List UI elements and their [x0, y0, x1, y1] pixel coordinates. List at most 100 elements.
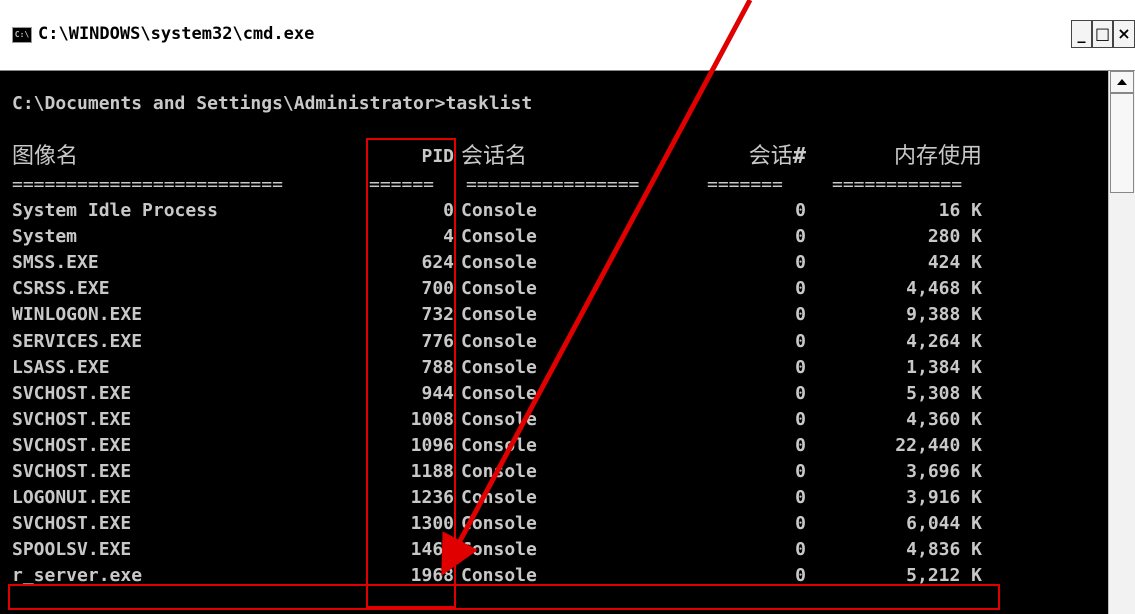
process-memory: 6,044 K	[906, 513, 982, 535]
process-session-number: 0	[795, 434, 806, 456]
process-session-name: Console	[461, 382, 537, 404]
process-pid: 788	[421, 356, 454, 378]
process-session-name: Console	[461, 434, 537, 456]
process-name: SVCHOST.EXE	[12, 434, 132, 456]
process-name: SERVICES.EXE	[12, 330, 143, 352]
process-pid: 1188	[410, 461, 454, 482]
scroll-up-icon[interactable]	[1110, 71, 1134, 93]
process-name: System Idle Process	[12, 200, 218, 221]
header-session-number-label: 会话	[748, 144, 793, 169]
process-pid: 1236	[410, 487, 454, 509]
process-session-number: 0	[795, 200, 806, 221]
process-pid: 4	[443, 226, 454, 248]
process-memory: 280 K	[927, 226, 982, 248]
process-session-name: Console	[461, 356, 537, 378]
cmd-app-icon[interactable]: C:\	[12, 27, 32, 43]
process-memory: 4,836 K	[906, 539, 982, 561]
header-session-number-hash: #	[792, 144, 806, 169]
process-session-number: 0	[795, 330, 806, 352]
process-session-name: Console	[461, 226, 537, 248]
process-name: LSASS.EXE	[12, 356, 110, 378]
process-session-name: Console	[461, 539, 537, 561]
process-name: r_server.exe	[12, 565, 143, 587]
console-output[interactable]: C:\Documents and Settings\Administrator>…	[0, 71, 1108, 614]
process-session-name: Console	[461, 304, 537, 326]
process-session-number: 0	[795, 226, 806, 248]
process-memory: 3,916 K	[906, 487, 982, 509]
vertical-scrollbar[interactable]	[1108, 71, 1135, 614]
process-memory: 1,384 K	[906, 356, 982, 378]
process-session-name: Console	[461, 461, 537, 482]
process-session-number: 0	[795, 356, 806, 378]
process-name: SVCHOST.EXE	[12, 408, 132, 430]
process-name: SVCHOST.EXE	[12, 513, 132, 535]
process-memory: 4,468 K	[906, 278, 982, 300]
process-pid: 1464	[410, 539, 454, 561]
process-memory: 3,696 K	[906, 461, 982, 482]
underline-session-number: =======	[707, 174, 783, 195]
process-session-number: 0	[795, 304, 806, 326]
underline-session-name: ================	[466, 174, 640, 195]
process-session-name: Console	[461, 487, 537, 509]
process-memory: 4,360 K	[906, 408, 982, 430]
process-session-number: 0	[795, 487, 806, 509]
process-session-number: 0	[795, 278, 806, 300]
header-image-name: 图像名	[12, 144, 79, 169]
process-memory: 4,264 K	[906, 330, 982, 352]
process-pid: 1968	[410, 565, 454, 587]
process-name: LOGONUI.EXE	[12, 487, 132, 509]
process-name: SVCHOST.EXE	[12, 382, 132, 404]
process-name: CSRSS.EXE	[12, 278, 110, 300]
close-button[interactable]: ×	[1113, 20, 1135, 48]
header-underline: ========================= ====== =======…	[12, 172, 962, 198]
process-pid: 1008	[410, 408, 454, 430]
process-name: System	[12, 226, 78, 248]
scroll-thumb[interactable]	[1110, 93, 1134, 193]
process-session-number: 0	[795, 408, 806, 430]
process-session-name: Console	[461, 252, 537, 274]
process-pid: 732	[421, 304, 454, 326]
underline-name: =========================	[12, 174, 283, 195]
process-session-name: Console	[461, 278, 537, 300]
process-pid: 776	[421, 330, 454, 352]
process-name: WINLOGON.EXE	[12, 304, 143, 326]
table-header: 图像名 PID 会话名 会话# 内存使用	[12, 144, 982, 170]
underline-pid: ======	[369, 174, 435, 195]
process-memory: 424 K	[927, 252, 982, 274]
process-session-number: 0	[795, 565, 806, 587]
process-name: SVCHOST.EXE	[12, 461, 132, 482]
window-title: C:\WINDOWS\system32\cmd.exe	[38, 24, 315, 44]
process-pid: 944	[421, 382, 454, 404]
process-session-name: Console	[461, 513, 537, 535]
process-pid: 700	[421, 278, 454, 300]
cmd-window: C:\ C:\WINDOWS\system32\cmd.exe _ □ × C:…	[0, 0, 1135, 614]
process-session-name: Console	[461, 408, 537, 430]
minimize-button[interactable]: _	[1071, 20, 1092, 48]
process-memory: 5,308 K	[906, 382, 982, 404]
process-memory: 9,388 K	[906, 304, 982, 326]
header-session-number: 会话#	[694, 144, 806, 170]
process-pid: 1300	[410, 513, 454, 535]
process-memory: 22,440 K	[895, 434, 982, 456]
maximize-button[interactable]: □	[1092, 20, 1113, 48]
title-bar[interactable]: C:\ C:\WINDOWS\system32\cmd.exe _ □ ×	[0, 0, 1135, 70]
process-pid: 1096	[410, 434, 454, 456]
process-pid: 0	[443, 200, 454, 221]
process-session-number: 0	[795, 382, 806, 404]
process-session-number: 0	[795, 513, 806, 535]
process-name: SMSS.EXE	[12, 252, 99, 274]
process-name: SPOOLSV.EXE	[12, 539, 132, 561]
process-session-name: Console	[461, 200, 537, 221]
process-session-name: Console	[461, 565, 537, 587]
process-session-number: 0	[795, 252, 806, 274]
process-memory: 16 K	[938, 200, 982, 221]
underline-memory: ============	[832, 174, 963, 195]
header-pid: PID	[421, 146, 454, 167]
process-memory: 5,212 K	[906, 565, 982, 587]
prompt-line: C:\Documents and Settings\Administrator>…	[12, 93, 533, 114]
process-session-number: 0	[795, 539, 806, 561]
process-session-number: 0	[795, 461, 806, 482]
header-memory: 内存使用	[893, 144, 982, 169]
process-pid: 624	[421, 252, 454, 274]
process-session-name: Console	[461, 330, 537, 352]
